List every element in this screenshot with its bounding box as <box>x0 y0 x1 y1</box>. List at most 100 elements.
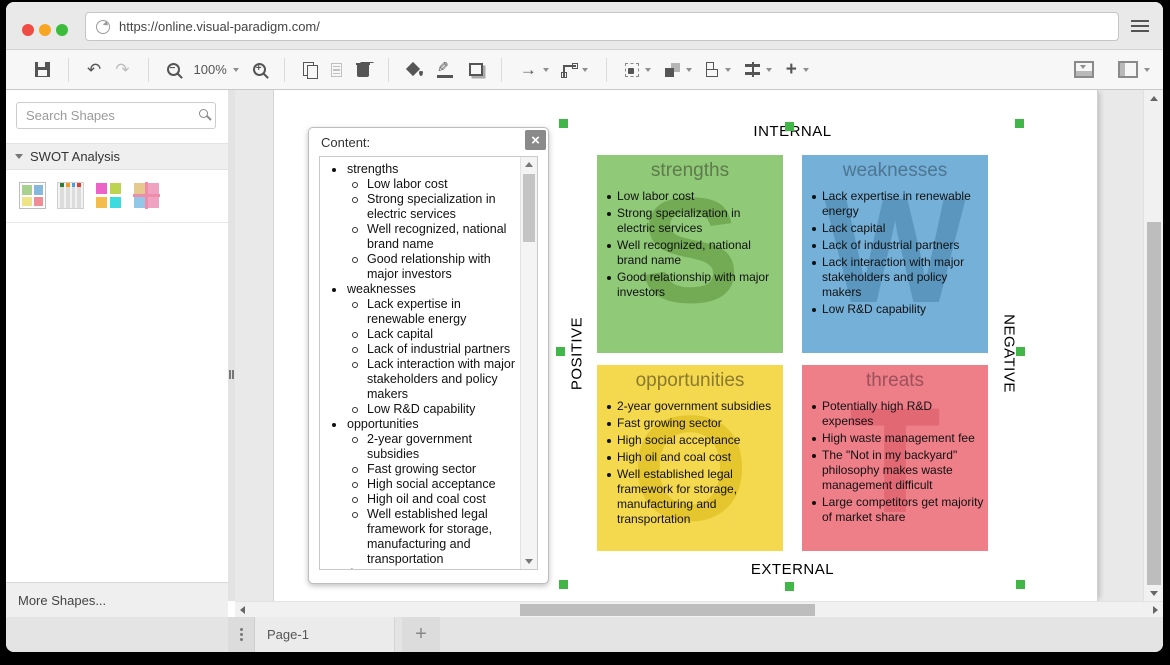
diagram-canvas[interactable]: INTERNAL EXTERNAL POSITIVE NEGATIVE S st… <box>235 90 1143 601</box>
quadrant-threats[interactable]: T threats Potentially high R&D expenses … <box>802 365 988 551</box>
align-dropdown[interactable] <box>699 55 738 85</box>
shadow-button[interactable] <box>462 55 490 85</box>
properties-button[interactable] <box>324 55 349 85</box>
shape-section-header[interactable]: SWOT Analysis <box>6 143 228 170</box>
selection-handle-mid-right[interactable] <box>1016 347 1025 356</box>
positive-label: POSITIVE <box>569 314 586 394</box>
reload-icon[interactable] <box>96 20 110 34</box>
scroll-up-icon[interactable] <box>1150 96 1158 101</box>
chevron-down-icon <box>543 68 549 72</box>
zoom-out-button[interactable]: − <box>160 55 187 85</box>
zoom-level-dropdown[interactable]: 100% <box>187 55 246 85</box>
minimize-window-button[interactable] <box>39 24 51 36</box>
close-window-button[interactable] <box>22 24 34 36</box>
paint-bucket-icon <box>407 62 423 78</box>
zoom-in-button[interactable]: + <box>246 55 273 85</box>
list-item: Lack expertise in renewable energy <box>809 189 984 219</box>
list-item: threats <box>320 567 520 570</box>
scrollbar-thumb[interactable] <box>520 604 815 616</box>
chevron-down-icon <box>233 68 239 72</box>
scroll-right-icon[interactable] <box>1153 606 1158 614</box>
selection-handle-bottom-left[interactable] <box>559 580 568 589</box>
scrollbar-thumb[interactable] <box>1147 222 1161 585</box>
list-item: High social acceptance <box>604 433 779 448</box>
quadrant-opportunities[interactable]: O opportunities 2-year government subsid… <box>597 365 783 551</box>
insert-dropdown[interactable]: + <box>779 55 816 85</box>
fill-color-button[interactable] <box>400 55 430 85</box>
quadrant-weaknesses[interactable]: W weaknesses Lack expertise in renewable… <box>802 155 988 353</box>
panel-resize-gutter[interactable] <box>228 90 235 601</box>
list-item: Well established legal framework for sto… <box>604 467 779 527</box>
delete-button[interactable] <box>349 55 377 85</box>
content-list[interactable]: strengths Low labor cost Strong speciali… <box>319 156 538 570</box>
layout-panel-toggle[interactable] <box>1101 55 1157 85</box>
maximize-window-button[interactable] <box>56 24 68 36</box>
arrow-style-dropdown[interactable]: → <box>513 55 556 85</box>
connector-style-dropdown[interactable] <box>556 55 595 85</box>
selection-dropdown[interactable] <box>618 55 658 85</box>
horizontal-scrollbar[interactable] <box>235 601 1163 617</box>
line-color-button[interactable]: ✎ <box>430 55 462 85</box>
section-title: SWOT Analysis <box>30 149 120 164</box>
scrollbar-thumb[interactable] <box>523 174 535 242</box>
shape-thumbnails <box>6 170 228 223</box>
redo-icon: ↷ <box>115 61 129 78</box>
pencil-icon: ✎ <box>437 62 455 78</box>
content-popup[interactable]: Content: × strengths Low labor cost Stro… <box>308 127 549 584</box>
scroll-down-icon[interactable] <box>1150 591 1158 596</box>
list-item: Fast growing sector <box>320 462 520 477</box>
popup-title: Content: <box>309 128 548 155</box>
selection-handle-bottom-right[interactable] <box>1016 580 1025 589</box>
close-icon[interactable]: × <box>525 130 546 150</box>
browser-menu-icon[interactable] <box>1131 20 1149 35</box>
tab-page-1[interactable]: Page-1 <box>255 617 395 652</box>
shape-swot-matrix[interactable] <box>19 182 46 209</box>
address-bar[interactable]: https://online.visual-paradigm.com/ <box>85 12 1119 41</box>
quadrant-strengths[interactable]: S strengths Low labor cost Strong specia… <box>597 155 783 353</box>
popup-scrollbar[interactable] <box>520 157 537 569</box>
layout-panel-icon <box>1118 61 1138 78</box>
undo-button[interactable]: ↶ <box>80 55 108 85</box>
selection-icon <box>625 63 639 77</box>
more-shapes-button[interactable]: More Shapes... <box>6 582 228 617</box>
align-icon <box>706 62 719 77</box>
distribute-dropdown[interactable] <box>738 55 779 85</box>
connector-icon <box>563 65 576 77</box>
format-panel-toggle[interactable] <box>1067 55 1101 85</box>
list-item: Good relationship with major investors <box>604 270 779 300</box>
list-item: High waste management fee <box>809 431 984 446</box>
copy-button[interactable] <box>296 55 324 85</box>
selection-handle-top-right[interactable] <box>1015 119 1024 128</box>
browser-chrome: https://online.visual-paradigm.com/ <box>6 2 1163 50</box>
list-item: Strong specialization in electric servic… <box>604 206 779 236</box>
shape-swot-color-blocks[interactable] <box>95 182 122 209</box>
list-item: Large competitors get majority of market… <box>809 495 984 525</box>
shadow-icon <box>469 63 483 76</box>
toolbar-separator <box>148 58 149 82</box>
page-menu-button[interactable] <box>228 617 255 652</box>
toolbar-separator <box>501 58 502 82</box>
save-button[interactable] <box>28 55 57 85</box>
browser-window: https://online.visual-paradigm.com/ ↶ ↷ … <box>6 2 1163 652</box>
bring-forward-dropdown[interactable] <box>658 55 699 85</box>
search-input[interactable] <box>16 102 216 129</box>
selection-handle-bottom-center[interactable] <box>785 582 794 591</box>
vertical-scrollbar[interactable] <box>1143 90 1163 601</box>
scroll-down-icon[interactable] <box>525 559 533 564</box>
url-text[interactable]: https://online.visual-paradigm.com/ <box>119 19 320 34</box>
list-item: 2-year government subsidies <box>320 432 520 462</box>
shape-swot-columns[interactable] <box>57 182 84 209</box>
selection-handle-top-center[interactable] <box>785 122 794 131</box>
chevron-down-icon <box>725 68 731 72</box>
scroll-up-icon[interactable] <box>525 162 533 167</box>
selection-handle-top-left[interactable] <box>559 119 568 128</box>
list-item: High oil and coal cost <box>320 492 520 507</box>
selection-handle-mid-left[interactable] <box>556 347 565 356</box>
external-label: EXTERNAL <box>597 561 988 578</box>
add-page-button[interactable]: + <box>402 617 440 652</box>
chevron-down-icon <box>645 68 651 72</box>
negative-label: NEGATIVE <box>1001 314 1018 394</box>
shape-swot-cross-grid[interactable] <box>133 182 160 209</box>
redo-button[interactable]: ↷ <box>108 55 136 85</box>
scroll-left-icon[interactable] <box>240 606 245 614</box>
